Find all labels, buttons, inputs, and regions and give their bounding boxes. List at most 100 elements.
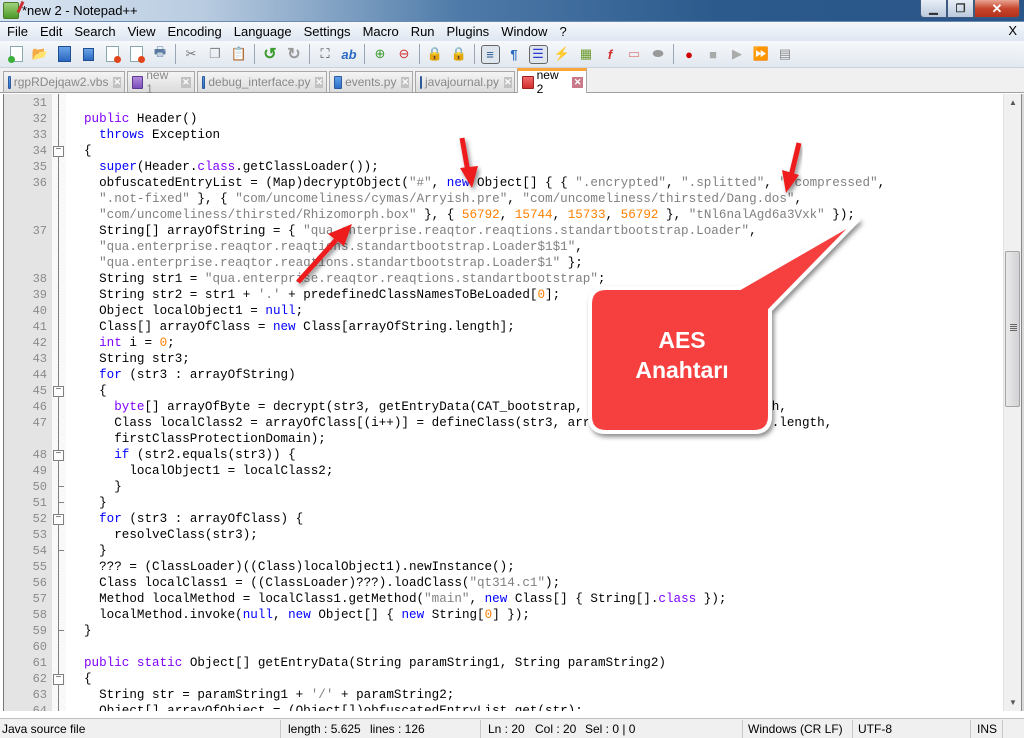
code-line[interactable]: 51 } (4, 495, 1003, 511)
code-line[interactable]: firstClassProtectionDomain); (4, 431, 1003, 447)
code-line[interactable]: 62− { (4, 671, 1003, 687)
monitoring-button[interactable]: ⬬ (649, 45, 668, 64)
close-tab-icon[interactable]: ✕ (315, 76, 323, 88)
copy-button[interactable]: ❐ (206, 45, 225, 64)
code-line[interactable]: 59} (4, 623, 1003, 639)
code-editor[interactable]: 31 32 public Header() 33 throws Exception 34… (3, 94, 1003, 711)
code-lines[interactable]: 31 32 public Header() 33 throws Exception 34… (4, 95, 1003, 711)
code-line[interactable]: 42 int i = 0; (4, 335, 1003, 351)
menu-edit[interactable]: Edit (34, 22, 68, 41)
code-line[interactable]: 43 String str3; (4, 351, 1003, 367)
code-line[interactable]: 50 } (4, 479, 1003, 495)
indent-guide-button[interactable]: ☰ (528, 44, 548, 64)
tab-new-1[interactable]: new 1 ✕ (127, 68, 195, 96)
new-file-button[interactable] (7, 45, 26, 64)
stop-recording-button[interactable]: ■ (704, 45, 723, 64)
close-window-button[interactable]: ✕ (974, 0, 1020, 18)
menu-encoding[interactable]: Encoding (162, 22, 228, 41)
code-line[interactable]: 38 String str1 = "qua.enterprise.reaqtor… (4, 271, 1003, 287)
notepadpp-app-icon[interactable] (3, 2, 19, 19)
code-line[interactable]: 36 obfuscatedEntryList = (Map)decryptObj… (4, 175, 1003, 191)
menu-file[interactable]: File (0, 22, 34, 41)
sync-vertical-button[interactable]: 🔒 (426, 45, 445, 64)
code-line[interactable]: 64 Object[] arrayOfObject = (Object[])ob… (4, 703, 1003, 711)
code-line[interactable]: 46 byte[] arrayOfByte = decrypt(str3, ge… (4, 399, 1003, 415)
code-line[interactable]: 37 String[] arrayOfString = { "qua.enter… (4, 223, 1003, 239)
undo-button[interactable]: ↺ (261, 45, 280, 64)
menu-settings[interactable]: Settings (298, 22, 357, 41)
code-line[interactable]: 58 localMethod.invoke(null, new Object[]… (4, 607, 1003, 623)
user-defined-language-button[interactable]: ⚡ (553, 45, 572, 64)
print-button[interactable]: 🖶 (151, 44, 170, 64)
code-line[interactable]: 63 String str = paramString1 + '/' + par… (4, 687, 1003, 703)
code-line[interactable]: 47 Class localClass2 = arrayOfClass[(i++… (4, 415, 1003, 431)
restore-button[interactable]: ❐ (947, 0, 974, 18)
tab-rgprdejqaw2-vbs[interactable]: rgpRDejqaw2.vbs ✕ (3, 71, 125, 92)
paste-button[interactable]: 📋 (230, 45, 249, 64)
find-button[interactable]: ⛶ (316, 45, 335, 64)
menu-macro[interactable]: Macro (357, 22, 405, 41)
code-line[interactable]: 48− if (str2.equals(str3)) { (4, 447, 1003, 463)
fold-collapse-icon[interactable]: − (53, 450, 64, 461)
code-line[interactable]: 34− { (4, 143, 1003, 159)
zoom-in-button[interactable]: ⊕ (371, 45, 390, 64)
word-wrap-button[interactable]: ≡ (480, 44, 500, 64)
cut-button[interactable]: ✂ (182, 45, 201, 64)
close-button[interactable] (103, 45, 122, 64)
scroll-up-arrow-icon[interactable]: ▲ (1004, 94, 1022, 111)
scroll-down-arrow-icon[interactable]: ▼ (1004, 694, 1022, 711)
menu-plugins[interactable]: Plugins (441, 22, 496, 41)
code-line[interactable]: 45− { (4, 383, 1003, 399)
fold-collapse-icon[interactable]: − (53, 514, 64, 525)
menu-view[interactable]: View (122, 22, 162, 41)
redo-button[interactable]: ↻ (285, 45, 304, 64)
fold-collapse-icon[interactable]: − (53, 674, 64, 685)
code-line[interactable]: 35 super(Header.class.getClassLoader()); (4, 159, 1003, 175)
code-line[interactable]: 54 } (4, 543, 1003, 559)
save-button[interactable] (55, 45, 74, 64)
code-line[interactable]: ".not-fixed" }, { "com/uncomeliness/cyma… (4, 191, 1003, 207)
menu-help[interactable]: ? (553, 22, 572, 41)
close-tab-icon[interactable]: ✕ (572, 76, 583, 88)
code-line[interactable]: 57 Method localMethod = localClass1.getM… (4, 591, 1003, 607)
run-macro-multiple-button[interactable]: ⏩ (752, 45, 771, 64)
code-line[interactable]: 61 public static Object[] getEntryData(St… (4, 655, 1003, 671)
code-line[interactable]: 39 String str2 = str1 + '.' + predefined… (4, 287, 1003, 303)
close-document-button[interactable]: X (1008, 23, 1017, 38)
code-line[interactable]: 33 throws Exception (4, 127, 1003, 143)
scroll-thumb[interactable] (1005, 251, 1020, 407)
code-line[interactable]: 44 for (str3 : arrayOfString) (4, 367, 1003, 383)
code-line[interactable]: "qua.enterprise.reaqtor.reaqtions.standa… (4, 239, 1003, 255)
code-line[interactable]: 31 (4, 95, 1003, 111)
code-line[interactable]: 60 (4, 639, 1003, 655)
fold-collapse-icon[interactable]: − (53, 146, 64, 157)
code-line[interactable]: "qua.enterprise.reaqtor.reaqtions.standa… (4, 255, 1003, 271)
folder-as-workspace-button[interactable]: ▭ (625, 45, 644, 64)
code-line[interactable]: 53 resolveClass(str3); (4, 527, 1003, 543)
open-file-button[interactable]: 📂 (31, 45, 50, 64)
code-line[interactable]: "com/uncomeliness/thirsted/Rhizomorph.bo… (4, 207, 1003, 223)
close-tab-icon[interactable]: ✕ (401, 76, 409, 88)
playback-button[interactable]: ▶ (728, 45, 747, 64)
close-tab-icon[interactable]: ✕ (504, 76, 512, 88)
code-line[interactable]: 41 Class[] arrayOfClass = new Class[arra… (4, 319, 1003, 335)
save-all-button[interactable] (79, 45, 98, 64)
code-line[interactable]: 49 localObject1 = localClass2; (4, 463, 1003, 479)
save-macro-button[interactable]: ▤ (776, 45, 795, 64)
fold-collapse-icon[interactable]: − (53, 386, 64, 397)
close-tab-icon[interactable]: ✕ (113, 76, 121, 88)
document-map-button[interactable]: ▦ (577, 45, 596, 64)
code-line[interactable]: 40 Object localObject1 = null; (4, 303, 1003, 319)
menu-run[interactable]: Run (405, 22, 441, 41)
minimize-button[interactable]: ▁ (920, 0, 947, 18)
tab-debug-interface-py[interactable]: debug_interface.py ✕ (197, 71, 327, 92)
vertical-scrollbar[interactable]: ▲ ▼ (1003, 94, 1021, 711)
start-recording-button[interactable]: ● (680, 45, 699, 64)
sync-horizontal-button[interactable]: 🔒 (450, 45, 469, 64)
tab-javajournal-py[interactable]: javajournal.py ✕ (415, 71, 515, 92)
code-line[interactable]: 55 ??? = (ClassLoader)((Class)localObjec… (4, 559, 1003, 575)
code-line[interactable]: 52− for (str3 : arrayOfClass) { (4, 511, 1003, 527)
menu-window[interactable]: Window (495, 22, 553, 41)
menu-language[interactable]: Language (228, 22, 298, 41)
replace-button[interactable]: ab (340, 45, 359, 64)
